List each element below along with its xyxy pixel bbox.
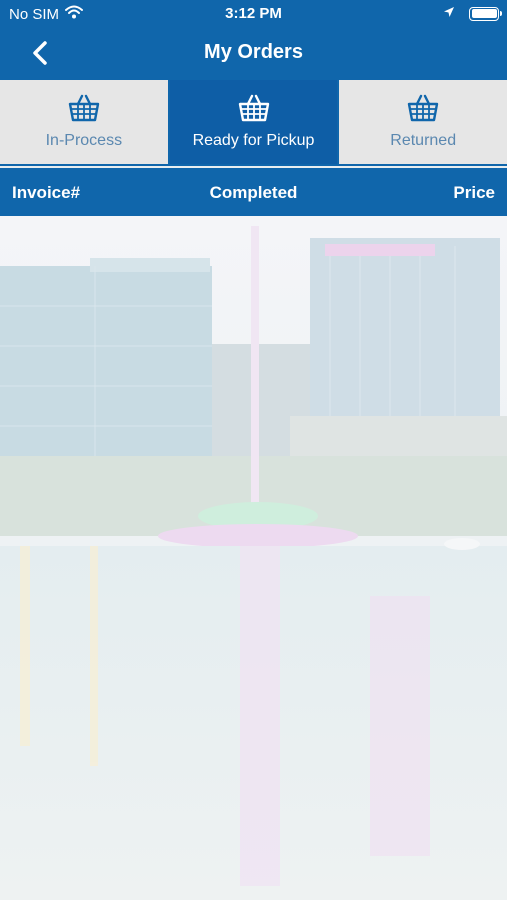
- background-city-image: [0, 216, 507, 900]
- tab-label: In-Process: [45, 132, 123, 149]
- price-column-header: Price: [453, 183, 495, 202]
- tab-label: Ready for Pickup: [192, 132, 315, 149]
- completed-column-header: Completed: [209, 183, 298, 202]
- tab-in-process[interactable]: In-Process: [0, 80, 170, 164]
- tab-ready-for-pickup[interactable]: Ready for Pickup: [169, 80, 340, 164]
- tab-label: Returned: [390, 132, 457, 149]
- basket-icon: [238, 94, 269, 122]
- battery-icon: [469, 6, 502, 21]
- location-arrow-icon: [443, 5, 455, 22]
- order-status-tabs: In-Process Ready for Pickup Returned: [0, 80, 507, 166]
- tab-returned[interactable]: Returned: [339, 80, 507, 164]
- app-header: No SIM 3:12 PM My Orders: [0, 0, 507, 80]
- basket-icon: [68, 94, 100, 122]
- navigation-bar: My Orders: [0, 28, 507, 80]
- orders-table-header: Invoice# Completed Price: [0, 168, 507, 216]
- clock: 3:12 PM: [225, 5, 282, 22]
- status-right: [443, 5, 502, 22]
- basket-icon: [407, 94, 439, 122]
- page-title: My Orders: [204, 41, 303, 63]
- status-bar: No SIM 3:12 PM: [0, 0, 507, 28]
